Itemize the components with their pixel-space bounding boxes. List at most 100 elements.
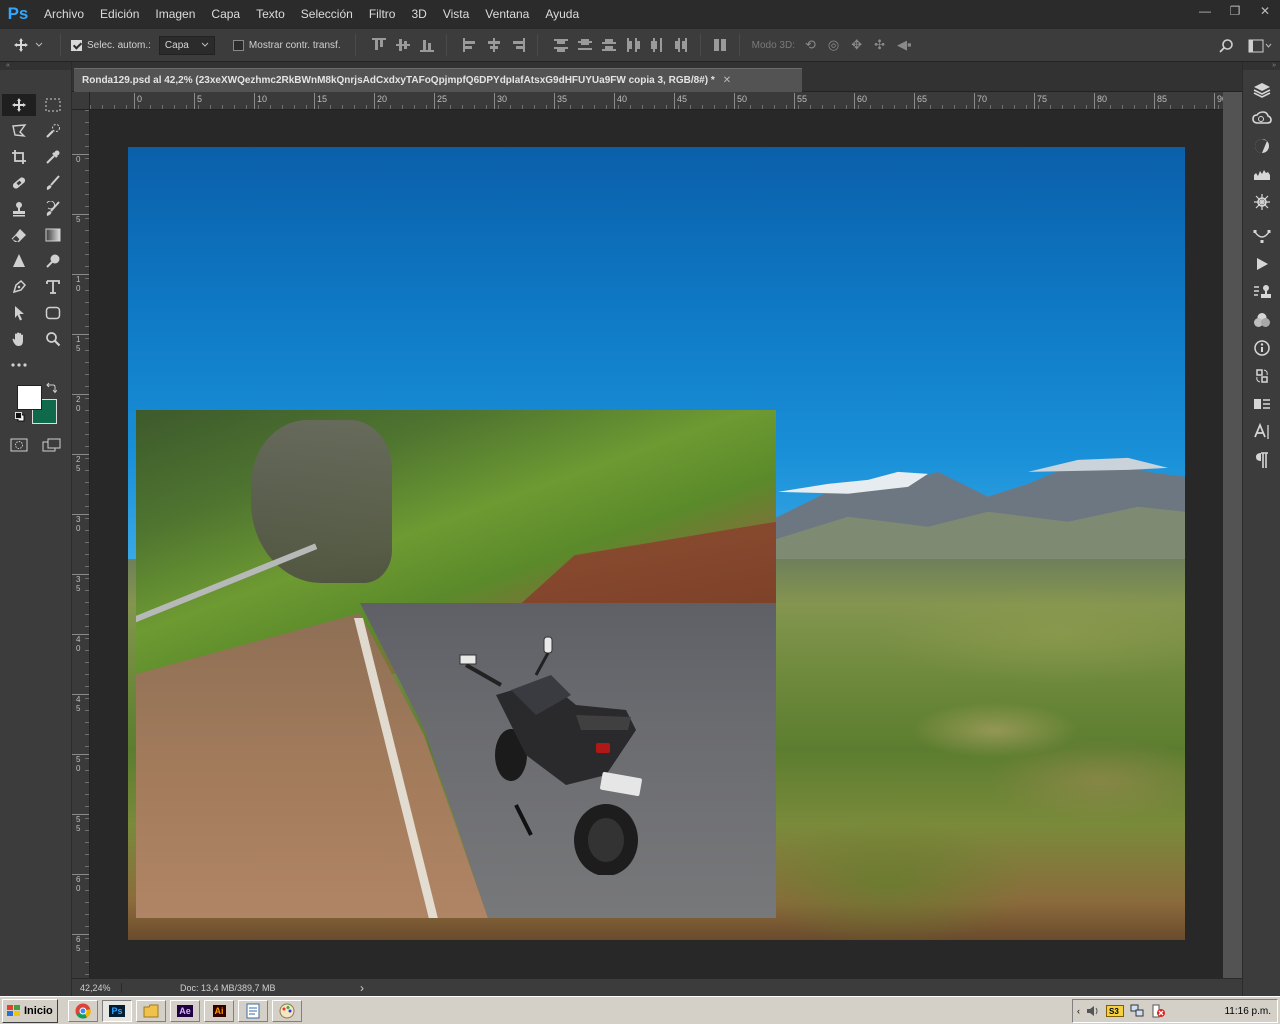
canvas-workspace[interactable] <box>90 110 1223 978</box>
paragraph-panel-button[interactable] <box>1243 446 1280 474</box>
properties-panel-button[interactable] <box>1243 390 1280 418</box>
slide-3d-icon[interactable]: ✣ <box>874 37 885 53</box>
channels-panel-button[interactable] <box>1243 306 1280 334</box>
network-icon[interactable] <box>1130 1004 1144 1018</box>
start-button[interactable]: Inicio <box>2 998 58 1023</box>
taskbar-chrome[interactable] <box>68 999 98 1022</box>
align-top-edges-icon[interactable] <box>371 38 386 52</box>
align-horizontal-centers-icon[interactable] <box>487 38 501 52</box>
show-transform-check[interactable] <box>232 39 244 51</box>
menu-item-seleccion[interactable]: Selección <box>293 7 361 21</box>
brush-tool[interactable] <box>36 172 70 194</box>
taskbar-illustrator[interactable]: Ai <box>204 999 234 1022</box>
tool-preset-picker[interactable] <box>0 28 56 62</box>
menu-item-imagen[interactable]: Imagen <box>147 7 203 21</box>
tool-presets-panel-button[interactable] <box>1243 278 1280 306</box>
pen-tool[interactable] <box>2 276 36 298</box>
info-panel-button[interactable] <box>1243 334 1280 362</box>
status-menu-arrow[interactable]: › <box>360 981 364 995</box>
dodge-tool[interactable] <box>36 250 70 272</box>
align-vertical-centers-icon[interactable] <box>395 38 410 52</box>
history-brush-tool[interactable] <box>36 198 70 220</box>
distribute-left-icon[interactable] <box>626 38 640 52</box>
document-tab[interactable]: Ronda129.psd al 42,2% (23xeXWQezhmc2RkBW… <box>74 68 802 92</box>
eyedropper-tool[interactable] <box>36 146 70 168</box>
auto-select-checkbox[interactable]: Selec. autom.: <box>71 39 151 51</box>
distribute-bottom-icon[interactable] <box>601 38 616 52</box>
menu-item-vista[interactable]: Vista <box>435 7 477 21</box>
clock[interactable]: 11:16 p.m. <box>1224 1006 1277 1017</box>
zoom-level-field[interactable]: 42,24% <box>72 982 122 993</box>
move-tool[interactable] <box>2 94 36 116</box>
clone-stamp-tool[interactable] <box>2 198 36 220</box>
menu-item-filtro[interactable]: Filtro <box>361 7 404 21</box>
align-left-edges-icon[interactable] <box>462 38 477 52</box>
vertical-ruler[interactable]: 0 5 1 0 1 5 2 0 2 5 3 0 3 5 4 0 4 5 5 0 5 5 6 0 6 5 <box>72 110 90 978</box>
ruler-origin[interactable] <box>72 92 90 110</box>
foreground-color-swatch[interactable] <box>17 385 42 410</box>
distribute-vertical-centers-icon[interactable] <box>577 38 592 52</box>
distribute-horizontal-centers-icon[interactable] <box>650 38 664 52</box>
taskbar-explorer[interactable] <box>136 999 166 1022</box>
drag-3d-icon[interactable]: ✥ <box>851 37 862 53</box>
scale-3d-icon[interactable]: ◀▪ <box>897 37 912 53</box>
workspace-switcher-icon[interactable] <box>1248 39 1272 53</box>
shape-tool[interactable] <box>36 302 70 324</box>
orbit-3d-icon[interactable]: ⟲ <box>805 37 816 53</box>
menu-item-texto[interactable]: Texto <box>248 7 293 21</box>
eraser-tool[interactable] <box>2 224 36 246</box>
screen-mode-icon[interactable] <box>42 438 62 452</box>
restore-button[interactable]: ❐ <box>1220 0 1250 22</box>
volume-icon[interactable] <box>1086 1005 1100 1017</box>
auto-select-target-dropdown[interactable]: Capa <box>158 35 215 55</box>
edit-toolbar-button[interactable] <box>2 354 36 376</box>
search-icon[interactable] <box>1218 38 1234 54</box>
menu-item-3d[interactable]: 3D <box>403 7 434 21</box>
hand-tool[interactable] <box>2 328 36 350</box>
quick-mask-icon[interactable] <box>10 438 28 452</box>
minimize-button[interactable]: — <box>1190 0 1220 22</box>
motorcycle-road-layer[interactable] <box>136 410 776 918</box>
histogram-panel-button[interactable] <box>1243 160 1280 188</box>
character-panel-button[interactable] <box>1243 418 1280 446</box>
actions-panel-button[interactable] <box>1243 250 1280 278</box>
tools-collapse-handle[interactable]: « <box>0 62 71 70</box>
taskbar-photoshop[interactable]: Ps <box>102 999 132 1022</box>
tray-expand-icon[interactable]: ‹ <box>1077 1006 1080 1016</box>
distribute-top-icon[interactable] <box>553 38 568 52</box>
blur-tool[interactable] <box>2 250 36 272</box>
menu-item-ventana[interactable]: Ventana <box>477 7 537 21</box>
align-right-edges-icon[interactable] <box>511 38 525 52</box>
history-panel-button[interactable] <box>1243 362 1280 390</box>
panel-dock-collapse[interactable]: » <box>1243 62 1280 70</box>
auto-select-check[interactable] <box>71 39 82 51</box>
close-window-button[interactable]: ✕ <box>1250 0 1280 22</box>
show-transform-checkbox[interactable]: Mostrar contr. transf. <box>232 39 341 51</box>
close-document-icon[interactable]: ✕ <box>723 75 731 86</box>
paths-panel-button[interactable] <box>1243 222 1280 250</box>
adjustments-panel-button[interactable] <box>1243 132 1280 160</box>
type-tool[interactable] <box>36 276 70 298</box>
s3-app-icon[interactable]: S3 <box>1106 1005 1124 1017</box>
security-warning-icon[interactable] <box>1150 1004 1166 1018</box>
menu-item-edicion[interactable]: Edición <box>92 7 147 21</box>
align-bottom-edges-icon[interactable] <box>419 38 434 52</box>
taskbar-paint[interactable] <box>272 999 302 1022</box>
path-selection-tool[interactable] <box>2 302 36 324</box>
taskbar-notepad[interactable] <box>238 999 268 1022</box>
menu-item-archivo[interactable]: Archivo <box>36 7 92 21</box>
lasso-tool[interactable] <box>2 120 36 142</box>
healing-brush-tool[interactable] <box>2 172 36 194</box>
auto-align-layers-icon[interactable] <box>713 38 727 52</box>
crop-tool[interactable] <box>2 146 36 168</box>
horizontal-ruler[interactable]: 0 5 10 15 20 25 30 35 40 45 50 55 60 65 70 75 80 85 90 <box>90 92 1223 110</box>
menu-item-ayuda[interactable]: Ayuda <box>537 7 587 21</box>
navigator-panel-button[interactable] <box>1243 188 1280 216</box>
marquee-tool[interactable] <box>36 94 70 116</box>
layers-panel-button[interactable] <box>1243 76 1280 104</box>
distribute-right-icon[interactable] <box>674 38 688 52</box>
document-canvas[interactable] <box>128 147 1185 940</box>
gradient-tool[interactable] <box>36 224 70 246</box>
default-colors-icon[interactable] <box>15 412 25 422</box>
document-size-info[interactable]: Doc: 13,4 MB/389,7 MB <box>122 983 352 993</box>
